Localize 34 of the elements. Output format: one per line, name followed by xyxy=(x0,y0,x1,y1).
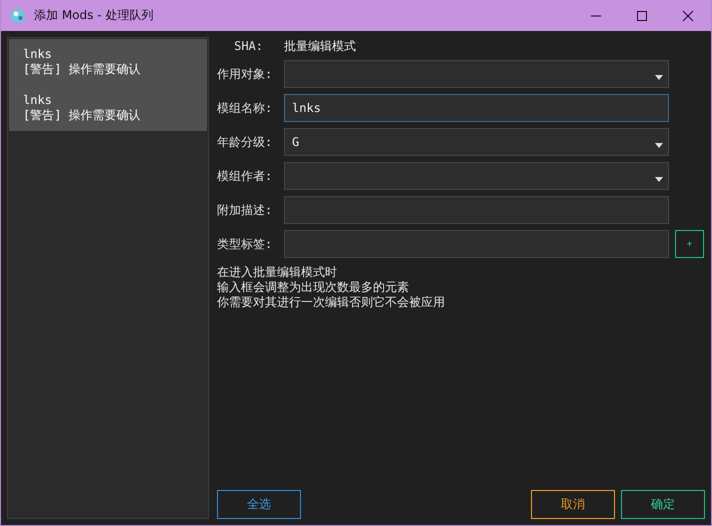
maximize-icon xyxy=(636,10,648,22)
status-text: [警告] 操作需要确认 xyxy=(23,108,142,123)
select-all-button[interactable]: 全选 xyxy=(217,490,301,519)
dropdown-field[interactable]: G xyxy=(284,128,669,156)
app-icon xyxy=(10,8,26,24)
input-field[interactable] xyxy=(284,196,669,224)
cancel-button[interactable]: 取消 xyxy=(531,490,615,519)
caret-icon xyxy=(655,143,663,148)
status-text: [警告] 操作需要确认 xyxy=(23,62,142,77)
note-text: 输入框会调整为出现次数最多的元素 xyxy=(217,280,410,295)
queue-item[interactable]: lnks [警告] 操作需要确认 xyxy=(9,39,207,85)
field-label: 模组作者: xyxy=(217,168,274,184)
field-label: 类型标签: xyxy=(217,236,274,252)
note-text: 你需要对其进行一次编辑否则它不会被应用 xyxy=(217,295,446,310)
dropdown-field[interactable] xyxy=(284,60,669,88)
mod-name: lnks xyxy=(23,93,53,108)
field-label: 模组名称: xyxy=(217,100,274,116)
close-icon xyxy=(682,10,694,22)
field-label: 附加描述: xyxy=(217,202,274,218)
sha-value: 批量编辑模式 xyxy=(284,38,356,54)
caret-icon xyxy=(655,177,663,182)
mod-name: lnks xyxy=(23,47,53,62)
note-text: 在进入批量编辑模式时 xyxy=(217,265,338,280)
add-tag-button[interactable]: + xyxy=(675,230,704,258)
dropdown-field[interactable] xyxy=(284,162,669,190)
input-field[interactable]: lnks xyxy=(284,94,669,122)
caret-icon xyxy=(655,75,663,80)
field-label: 作用对象: xyxy=(217,66,274,82)
sha-label: SHA: xyxy=(233,39,263,53)
field-label: 年龄分级: xyxy=(217,134,274,150)
input-field[interactable] xyxy=(284,230,669,258)
queue-item[interactable]: lnks [警告] 操作需要确认 xyxy=(9,85,207,131)
confirm-button[interactable]: 确定 xyxy=(621,490,705,519)
window-title: 添加 Mods - 处理队列 xyxy=(34,7,154,24)
